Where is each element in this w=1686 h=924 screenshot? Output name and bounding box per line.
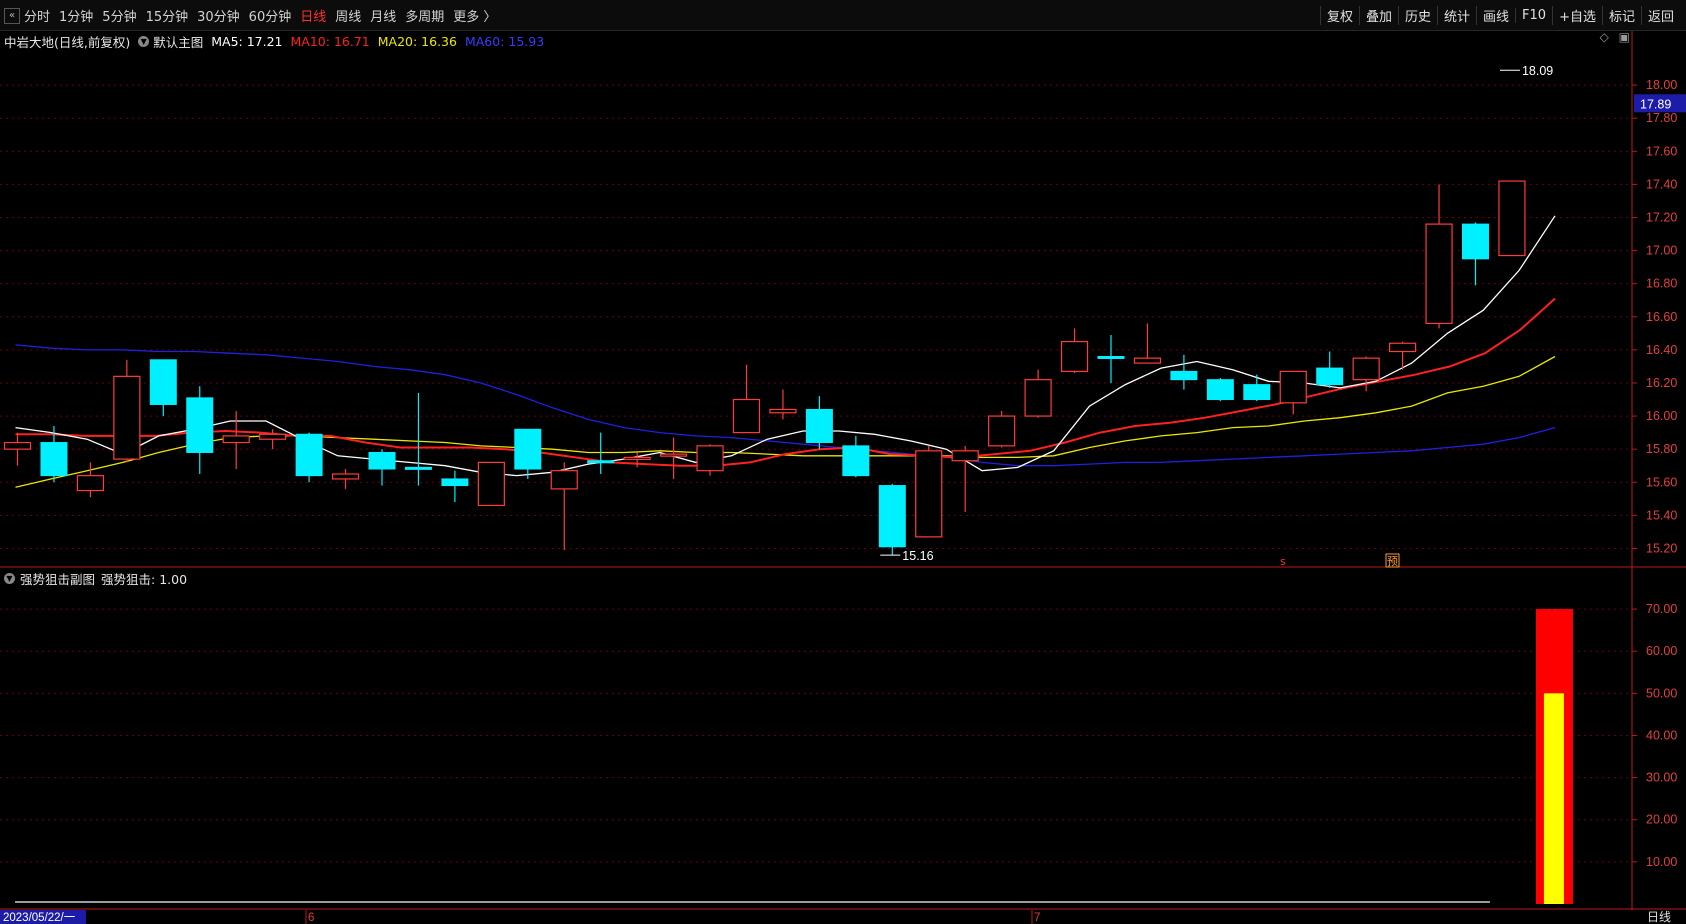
main-tick-label: 17.20 — [1646, 210, 1677, 224]
chart-canvas[interactable]: 15.20 15.40 15.60 15.80 16.00 16.20 16.40 16.60… — [0, 0, 1686, 924]
main-tick-label: 16.20 — [1646, 376, 1677, 390]
candle-body — [3, 441, 32, 450]
candle-body — [113, 375, 141, 460]
candle-body — [186, 397, 214, 453]
sub-tick-label: 60.00 — [1646, 644, 1677, 658]
candle-body — [1316, 367, 1344, 386]
candle-body — [477, 461, 505, 507]
current-price-tag: 17.89 — [1640, 97, 1671, 111]
candle-body — [259, 433, 287, 440]
candle-body — [623, 456, 651, 461]
main-tick-label: 16.60 — [1646, 310, 1677, 324]
candle-body — [1498, 180, 1526, 257]
month-label: 6 — [308, 912, 314, 924]
date-label: 2023/05/22/一 — [3, 912, 76, 924]
main-tick-label: 17.00 — [1646, 244, 1677, 258]
candle-body — [222, 435, 250, 444]
candle-body — [915, 450, 943, 538]
candle-body — [878, 485, 906, 548]
sub-tick-label: 30.00 — [1646, 771, 1677, 785]
candle-body — [1462, 223, 1489, 260]
candle-body — [1060, 340, 1089, 372]
candle-body — [1170, 370, 1198, 381]
signal-yu-marker: 预 — [1387, 555, 1398, 568]
sub-tick-label: 10.00 — [1646, 855, 1677, 869]
ma-line-ma60 — [15, 344, 1556, 467]
candle-body — [1206, 379, 1234, 401]
sub-tick-label: 40.00 — [1646, 728, 1677, 742]
candle-body — [769, 408, 797, 414]
candle-body — [76, 475, 105, 492]
candle-body — [732, 398, 761, 434]
sub-tick-label: 70.00 — [1646, 602, 1677, 616]
candle-body — [988, 415, 1016, 447]
candle-body — [550, 470, 578, 490]
candle-body — [1024, 379, 1052, 417]
candle-body — [842, 445, 870, 477]
sub-bar-yellow — [1543, 693, 1564, 904]
candle-body — [368, 451, 396, 470]
main-tick-label: 16.40 — [1646, 343, 1677, 357]
candle-body — [404, 466, 432, 470]
main-tick-label: 17.40 — [1646, 177, 1677, 191]
candle-body — [1425, 223, 1453, 324]
main-tick-label: 15.60 — [1646, 475, 1677, 489]
period-label: 日线 — [1647, 910, 1671, 924]
candle-body — [1352, 357, 1380, 381]
month-label: 7 — [1034, 912, 1040, 924]
candle-body — [951, 450, 979, 462]
main-tick-label: 18.00 — [1646, 78, 1677, 92]
candle-body — [1243, 384, 1271, 401]
candle-body — [1097, 355, 1125, 359]
signal-s-marker: s — [1280, 555, 1286, 568]
candle-body — [1388, 342, 1417, 353]
candle-body — [1279, 370, 1307, 404]
candle-body — [696, 445, 724, 472]
candle-body — [331, 473, 360, 480]
candle-body — [295, 433, 323, 477]
candle-body — [659, 453, 688, 457]
candle-body — [40, 442, 68, 477]
main-tick-label: 15.40 — [1646, 508, 1677, 522]
candle-body — [514, 428, 542, 470]
candle-body — [805, 408, 833, 444]
candle-body — [1133, 357, 1162, 364]
annotation-label: 15.16 — [902, 549, 933, 563]
main-tick-label: 15.80 — [1646, 442, 1677, 456]
candle-body — [587, 460, 615, 464]
main-tick-label: 16.00 — [1646, 409, 1677, 423]
candle-body — [149, 359, 177, 405]
sub-tick-label: 50.00 — [1646, 686, 1677, 700]
main-tick-label: 17.60 — [1646, 144, 1677, 158]
sub-tick-label: 20.00 — [1646, 813, 1677, 827]
main-tick-label: 16.80 — [1646, 277, 1677, 291]
main-tick-label: 17.80 — [1646, 111, 1677, 125]
annotation-label: 18.09 — [1522, 64, 1553, 78]
candle-body — [441, 478, 469, 487]
main-tick-label: 15.20 — [1646, 541, 1677, 555]
